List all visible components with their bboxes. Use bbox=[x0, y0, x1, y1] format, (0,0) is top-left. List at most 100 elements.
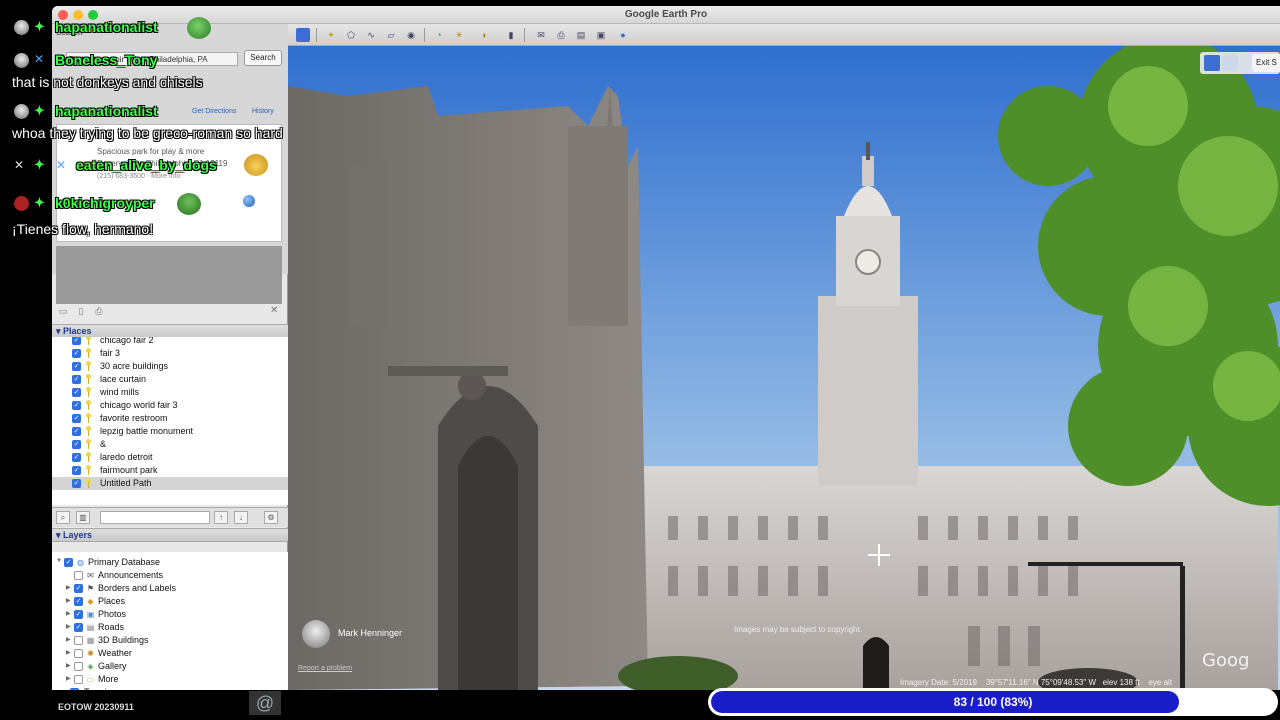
layer-item[interactable]: ▶ ✓ ⚑ Borders and Labels bbox=[52, 582, 288, 595]
placemark-icon[interactable]: ✦ bbox=[324, 28, 338, 42]
layer-item[interactable]: ✓ Terrain bbox=[52, 686, 288, 690]
layers-list: ▼ ✓ ◍ Primary Database ✉ Announcements ▶ ✓ ⚑ Bord… bbox=[52, 552, 288, 690]
tour-icon[interactable]: ◉ bbox=[404, 28, 418, 42]
layer-checkbox[interactable] bbox=[74, 636, 83, 645]
ruler-icon[interactable]: ▮ bbox=[504, 28, 518, 42]
chat-username[interactable]: eaten_alive_by_dogs bbox=[76, 157, 217, 173]
layer-checkbox[interactable] bbox=[74, 662, 83, 671]
place-checkbox[interactable]: ✓ bbox=[72, 401, 81, 410]
path-icon[interactable]: ∿ bbox=[364, 28, 378, 42]
expand-icon[interactable]: ▶ bbox=[66, 610, 71, 617]
overlay-icon[interactable]: ▱ bbox=[384, 28, 398, 42]
record-tour-icon[interactable]: ▣ bbox=[594, 28, 608, 42]
layer-checkbox[interactable]: ✓ bbox=[74, 597, 83, 606]
layer-checkbox[interactable]: ✓ bbox=[74, 610, 83, 619]
place-item[interactable]: ✓ Untitled Path bbox=[52, 477, 288, 490]
print-icon[interactable]: ⎙ bbox=[94, 306, 104, 316]
place-item[interactable]: ✓ lepzig battle monument bbox=[52, 425, 288, 438]
layer-checkbox[interactable] bbox=[74, 675, 83, 684]
get-directions-link[interactable]: Get Directions bbox=[192, 108, 236, 115]
expand-icon[interactable]: ▶ bbox=[66, 675, 71, 682]
folder-icon[interactable]: ▭ bbox=[58, 306, 68, 316]
move-down-icon[interactable]: ↓ bbox=[234, 511, 248, 524]
layer-item[interactable]: ▶ ✓ ▤ Roads bbox=[52, 621, 288, 634]
layer-checkbox[interactable]: ✓ bbox=[64, 558, 73, 567]
place-item[interactable]: ✓ fair 3 bbox=[52, 347, 288, 360]
place-checkbox[interactable]: ✓ bbox=[72, 375, 81, 384]
search-button[interactable]: Search bbox=[244, 50, 282, 66]
save-image-icon[interactable]: ▤ bbox=[574, 28, 588, 42]
layer-item[interactable]: ▶ ✓ ▣ Photos bbox=[52, 608, 288, 621]
map-view-icon[interactable] bbox=[1222, 55, 1238, 71]
street-view-panel[interactable]: Exit S Mark Henninger Report a problem I… bbox=[288, 46, 1280, 690]
place-checkbox[interactable]: ✓ bbox=[72, 388, 81, 397]
google-maps-icon[interactable]: ● bbox=[616, 28, 630, 42]
expand-icon[interactable]: ▶ bbox=[66, 597, 71, 604]
layer-item[interactable]: ▼ ✓ ◍ Primary Database bbox=[52, 556, 288, 569]
place-checkbox[interactable]: ✓ bbox=[72, 466, 81, 475]
sidebar-toggle-icon[interactable] bbox=[296, 28, 310, 42]
layer-checkbox[interactable]: ✓ bbox=[74, 623, 83, 632]
planet-icon[interactable]: ◐ bbox=[478, 28, 492, 42]
place-checkbox[interactable]: ✓ bbox=[72, 349, 81, 358]
chat-username[interactable]: hapanationalist bbox=[55, 103, 158, 119]
sidebar-panel-icon[interactable]: ▥ bbox=[76, 511, 90, 524]
chat-username[interactable]: k0kichigroyper bbox=[55, 195, 155, 211]
layer-item[interactable]: ✉ Announcements bbox=[52, 569, 288, 582]
place-item[interactable]: ✓ laredo detroit bbox=[52, 451, 288, 464]
layers-header[interactable]: ▾ Layers bbox=[52, 528, 288, 542]
place-checkbox[interactable]: ✓ bbox=[72, 362, 81, 371]
copy-icon[interactable]: ▯ bbox=[76, 306, 86, 316]
chat-username[interactable]: hapanationalist bbox=[55, 19, 158, 35]
place-item[interactable]: ✓ fairmount park bbox=[52, 464, 288, 477]
history-link[interactable]: History bbox=[252, 108, 274, 115]
place-item[interactable]: ✓ chicago world fair 3 bbox=[52, 399, 288, 412]
places-header[interactable]: ▾ Places bbox=[52, 324, 288, 338]
chat-username[interactable]: Boneless_Tony bbox=[55, 52, 157, 68]
layer-item[interactable]: ▶ ✓ ◆ Places bbox=[52, 595, 288, 608]
historical-imagery-icon[interactable]: ◔ bbox=[432, 28, 446, 42]
place-checkbox[interactable]: ✓ bbox=[72, 440, 81, 449]
place-label: fair 3 bbox=[100, 348, 121, 358]
person-icon[interactable] bbox=[1204, 55, 1220, 71]
layer-item[interactable]: ▶ ◈ Gallery bbox=[52, 660, 288, 673]
polygon-icon[interactable]: ⬠ bbox=[344, 28, 358, 42]
layer-checkbox[interactable] bbox=[74, 571, 83, 580]
place-checkbox[interactable]: ✓ bbox=[72, 479, 81, 488]
place-item[interactable]: ✓ 30 acre buildings bbox=[52, 360, 288, 373]
sun-icon[interactable]: ☀ bbox=[452, 28, 466, 42]
layer-checkbox[interactable] bbox=[74, 649, 83, 658]
expand-icon[interactable]: ▶ bbox=[66, 649, 71, 656]
place-label: chicago fair 2 bbox=[100, 337, 154, 345]
layer-item[interactable]: ▶ ▦ 3D Buildings bbox=[52, 634, 288, 647]
place-checkbox[interactable]: ✓ bbox=[72, 337, 81, 345]
sombrero-emote-icon bbox=[244, 154, 268, 176]
place-item[interactable]: ✓ lace curtain bbox=[52, 373, 288, 386]
place-checkbox[interactable]: ✓ bbox=[72, 427, 81, 436]
place-item[interactable]: ✓ & bbox=[52, 438, 288, 451]
close-icon[interactable]: ✕ bbox=[270, 305, 278, 316]
move-up-icon[interactable]: ↑ bbox=[214, 511, 228, 524]
layer-checkbox[interactable]: ✓ bbox=[74, 584, 83, 593]
place-checkbox[interactable]: ✓ bbox=[72, 414, 81, 423]
place-item[interactable]: ✓ favorite restroom bbox=[52, 412, 288, 425]
email-icon[interactable]: ✉ bbox=[534, 28, 548, 42]
search-icon[interactable]: ⌕ bbox=[56, 511, 70, 524]
report-problem-link[interactable]: Report a problem bbox=[298, 665, 352, 672]
exit-street-view-button[interactable]: Exit S bbox=[1252, 54, 1280, 72]
gear-icon[interactable]: ⚙ bbox=[264, 511, 278, 524]
layer-checkbox[interactable]: ✓ bbox=[70, 688, 79, 690]
place-item[interactable]: ✓ wind mills bbox=[52, 386, 288, 399]
expand-icon[interactable]: ▶ bbox=[66, 584, 71, 591]
place-checkbox[interactable]: ✓ bbox=[72, 453, 81, 462]
road-icon: ▤ bbox=[86, 623, 95, 632]
expand-icon[interactable]: ▶ bbox=[66, 623, 71, 630]
places-filter-field[interactable] bbox=[100, 511, 210, 524]
place-item[interactable]: ✓ chicago fair 2 bbox=[52, 337, 288, 347]
expand-icon[interactable]: ▶ bbox=[66, 662, 71, 669]
layer-item[interactable]: ▶ ▭ More bbox=[52, 673, 288, 686]
layer-item[interactable]: ▶ ✺ Weather bbox=[52, 647, 288, 660]
expand-icon[interactable]: ▼ bbox=[56, 558, 62, 564]
expand-icon[interactable]: ▶ bbox=[66, 636, 71, 643]
print-icon[interactable]: ⎙ bbox=[554, 28, 568, 42]
